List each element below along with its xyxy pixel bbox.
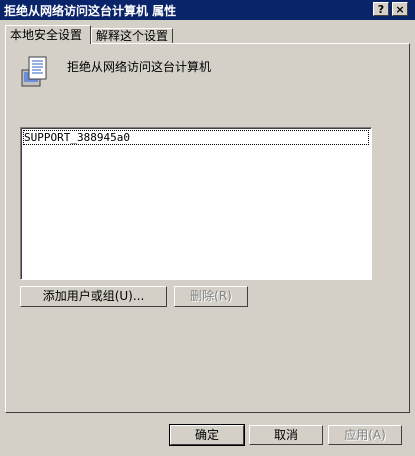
- apply-button[interactable]: 应用(A): [328, 425, 402, 445]
- close-icon[interactable]: ×: [392, 2, 408, 16]
- tab-explain-setting[interactable]: 解释这个设置: [91, 28, 173, 44]
- title-bar: 拒绝从网络访问这台计算机 属性 ? ×: [0, 0, 415, 20]
- window-title: 拒绝从网络访问这台计算机 属性: [4, 4, 177, 18]
- help-icon[interactable]: ?: [373, 2, 389, 16]
- tab-panel: [5, 43, 410, 413]
- tab-label: 本地安全设置: [10, 28, 83, 42]
- tab-label: 解释这个设置: [96, 29, 169, 43]
- cancel-button[interactable]: 取消: [249, 425, 323, 445]
- tab-local-security-setting[interactable]: 本地安全设置: [5, 25, 91, 44]
- ok-button[interactable]: 确定: [169, 424, 245, 446]
